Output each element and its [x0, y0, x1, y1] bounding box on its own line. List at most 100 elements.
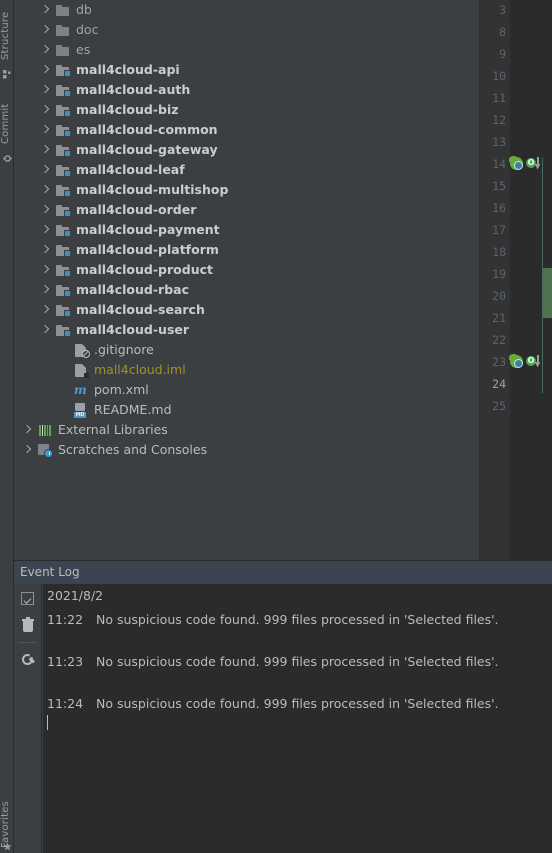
chevron-right-icon[interactable]	[41, 186, 50, 195]
tree-item[interactable]: mall4cloud-biz	[14, 100, 480, 120]
event-log-content[interactable]: 2021/8/2 11:22 No suspicious code found. …	[43, 584, 552, 853]
chevron-right-icon[interactable]	[41, 166, 50, 175]
tree-item[interactable]: mall4cloud-rbac	[14, 280, 480, 300]
tree-item[interactable]: mall4cloud-product	[14, 260, 480, 280]
chevron-right-icon[interactable]	[23, 446, 32, 455]
implemented-arrow-icon[interactable]	[534, 157, 541, 170]
toolbar-divider	[18, 642, 37, 643]
settings-button[interactable]	[20, 652, 36, 668]
chevron-right-icon[interactable]	[41, 206, 50, 215]
mark-all-read-button[interactable]	[20, 591, 36, 607]
tree-item-label: Scratches and Consoles	[58, 442, 208, 457]
tree-item[interactable]: mall4cloud-user	[14, 320, 480, 340]
tree-item[interactable]: mall4cloud-common	[14, 120, 480, 140]
event-log-header[interactable]: Event Log	[14, 560, 552, 584]
editor-gutter[interactable]: 3 8 9 10 11 12 13 14 15 16 17 18 19 20 21 22 23 24 25	[480, 0, 510, 560]
tree-item[interactable]: mall4cloud-api	[14, 60, 480, 80]
gutter-icon-group[interactable]: O	[509, 156, 539, 172]
tree-item[interactable]: External Libraries	[14, 420, 480, 440]
tree-item[interactable]: mall4cloud-gateway	[14, 140, 480, 160]
module-badge	[64, 130, 71, 137]
line-number: 13	[492, 135, 506, 149]
tree-item[interactable]: mall4cloud-payment	[14, 220, 480, 240]
chevron-right-icon[interactable]	[41, 126, 50, 135]
tree-item-label: mall4cloud-product	[76, 262, 213, 277]
tree-item[interactable]: MD README.md	[14, 400, 480, 420]
chevron-right-icon[interactable]	[41, 6, 50, 15]
tree-item[interactable]: mall4cloud-leaf	[14, 160, 480, 180]
line-number: 10	[492, 69, 506, 83]
left-tool-strip: Structure Commit Favorites	[0, 0, 14, 853]
event-message: No suspicious code found. 999 files proc…	[96, 654, 499, 669]
module-folder-icon	[55, 222, 71, 238]
project-tool-window[interactable]: db doc es mall4cloud-api mall4cloud-auth mall…	[14, 0, 480, 560]
line-number: 9	[499, 47, 506, 61]
tree-item-label: mall4cloud-gateway	[76, 142, 218, 157]
scratches-icon	[37, 442, 53, 458]
implemented-arrow-icon[interactable]	[534, 355, 541, 368]
tree-item-label: README.md	[94, 402, 172, 417]
chevron-right-icon[interactable]	[41, 266, 50, 275]
sidebar-tab-commit[interactable]: Commit	[0, 92, 14, 144]
structure-icon	[3, 64, 12, 79]
sidebar-tab-structure[interactable]: Structure	[0, 2, 14, 60]
module-folder-icon	[55, 162, 71, 178]
tree-item-label: mall4cloud-rbac	[76, 282, 190, 297]
module-badge	[64, 330, 71, 337]
spring-bean-icon[interactable]	[509, 156, 523, 170]
tree-item-label: .gitignore	[94, 342, 154, 357]
tree-item-label: mall4cloud-user	[76, 322, 190, 337]
tree-item[interactable]: doc	[14, 20, 480, 40]
vcs-change-marker[interactable]	[543, 268, 552, 318]
tree-item-label: mall4cloud-api	[76, 62, 180, 77]
tree-item[interactable]: Scratches and Consoles	[14, 440, 480, 460]
chevron-right-icon[interactable]	[41, 286, 50, 295]
tree-item[interactable]: mall4cloud.iml	[14, 360, 480, 380]
spring-bean-icon[interactable]	[509, 354, 523, 368]
line-number: 15	[492, 179, 506, 193]
tree-item[interactable]: es	[14, 40, 480, 60]
chevron-right-icon[interactable]	[41, 106, 50, 115]
editor-area[interactable]: 3 8 9 10 11 12 13 14 15 16 17 18 19 20 21 22 23 24 25 O O	[480, 0, 552, 560]
chevron-right-icon[interactable]	[41, 86, 50, 95]
clear-all-button[interactable]	[20, 617, 36, 633]
favorites-icon	[3, 836, 12, 851]
chevron-right-icon[interactable]	[41, 66, 50, 75]
chevron-right-icon[interactable]	[23, 426, 32, 435]
chevron-right-icon[interactable]	[41, 226, 50, 235]
tree-item-label: mall4cloud-auth	[76, 82, 191, 97]
gutter-icon-group[interactable]: O	[509, 354, 539, 370]
module-folder-icon	[55, 202, 71, 218]
tree-item[interactable]: db	[14, 0, 480, 20]
module-badge	[64, 90, 71, 97]
chevron-right-icon[interactable]	[41, 306, 50, 315]
tree-item-label: mall4cloud-order	[76, 202, 197, 217]
tree-item[interactable]: mall4cloud-auth	[14, 80, 480, 100]
ide-window: Structure Commit Favorites db doc es mall4c…	[0, 0, 552, 853]
commit-icon	[3, 148, 12, 162]
module-folder-icon	[55, 82, 71, 98]
folder-icon	[55, 2, 71, 18]
chevron-right-icon[interactable]	[41, 146, 50, 155]
tree-item[interactable]: mall4cloud-multishop	[14, 180, 480, 200]
module-badge	[64, 250, 71, 257]
project-tree[interactable]: db doc es mall4cloud-api mall4cloud-auth mall…	[14, 0, 480, 460]
line-number: 8	[499, 25, 506, 39]
event-log-toolbar	[14, 584, 42, 853]
tree-item[interactable]: mall4cloud-order	[14, 200, 480, 220]
tree-item[interactable]: mall4cloud-search	[14, 300, 480, 320]
tree-item-label: db	[76, 2, 92, 17]
module-folder-icon	[55, 242, 71, 258]
tree-item[interactable]: m pom.xml	[14, 380, 480, 400]
chevron-right-icon[interactable]	[41, 46, 50, 55]
chevron-right-icon[interactable]	[41, 246, 50, 255]
line-number: 24	[492, 377, 506, 391]
tree-item[interactable]: .gitignore	[14, 340, 480, 360]
module-badge	[64, 170, 71, 177]
line-number: 25	[492, 399, 506, 413]
event-time: 11:22	[47, 612, 84, 627]
chevron-right-icon[interactable]	[41, 26, 50, 35]
tree-item[interactable]: mall4cloud-platform	[14, 240, 480, 260]
chevron-right-icon[interactable]	[41, 326, 50, 335]
